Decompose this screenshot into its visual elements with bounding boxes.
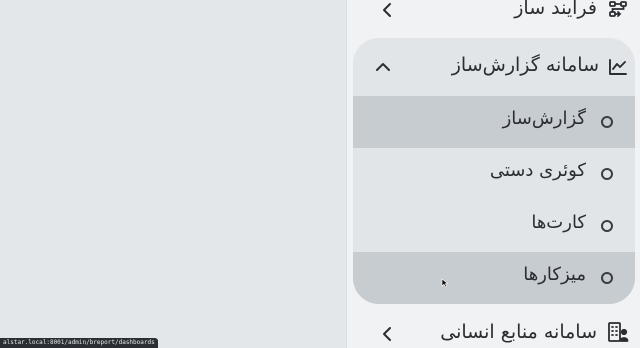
- sidebar-subitem-report-builder[interactable]: گزارش‌ساز: [353, 96, 635, 148]
- circle-bullet-icon: [601, 116, 613, 128]
- app-window: فرایند ساز سامانه گزارش‌ساز: [0, 0, 640, 348]
- mouse-cursor-icon: [441, 278, 449, 288]
- sidebar-subitem-dashboards[interactable]: میزکارها: [353, 252, 635, 304]
- circle-bullet-icon: [601, 168, 613, 180]
- sidebar-group-label: سامانه گزارش‌ساز: [451, 54, 599, 76]
- sidebar-item-human-resources[interactable]: سامانه منابع انسانی: [347, 316, 640, 348]
- chart-line-icon: [607, 56, 629, 78]
- chevron-left-icon: [379, 2, 395, 18]
- sidebar-item-workflow-builder[interactable]: فرایند ساز: [347, 0, 640, 24]
- chevron-up-icon: [375, 59, 391, 75]
- sidebar-group-report-builder: سامانه گزارش‌ساز گزارش‌ساز کوئری دستی کا…: [353, 38, 635, 304]
- circle-bullet-icon: [601, 220, 613, 232]
- sidebar-subitem-label: گزارش‌ساز: [502, 108, 586, 129]
- sidebar-group-header[interactable]: سامانه گزارش‌ساز: [353, 38, 635, 96]
- circle-bullet-icon: [601, 272, 613, 284]
- sidebar-subitem-manual-query[interactable]: کوئری دستی: [353, 148, 635, 200]
- sidebar-item-label: سامانه منابع انسانی: [440, 321, 597, 343]
- sidebar-subitem-cards[interactable]: کارت‌ها: [353, 200, 635, 252]
- sidebar: فرایند ساز سامانه گزارش‌ساز: [346, 0, 640, 348]
- sidebar-subitem-label: کوئری دستی: [489, 160, 586, 181]
- sidebar-subitem-label: میزکارها: [523, 264, 586, 285]
- workflow-icon: [607, 0, 629, 21]
- building-users-icon: [607, 321, 629, 343]
- main-content-area: [0, 0, 346, 348]
- chevron-left-icon: [379, 326, 395, 342]
- sidebar-subitem-label: کارت‌ها: [531, 212, 586, 233]
- link-status-bar: alstar.local:8001/admin/breport/dashboar…: [0, 338, 158, 348]
- sidebar-item-label: فرایند ساز: [514, 0, 597, 19]
